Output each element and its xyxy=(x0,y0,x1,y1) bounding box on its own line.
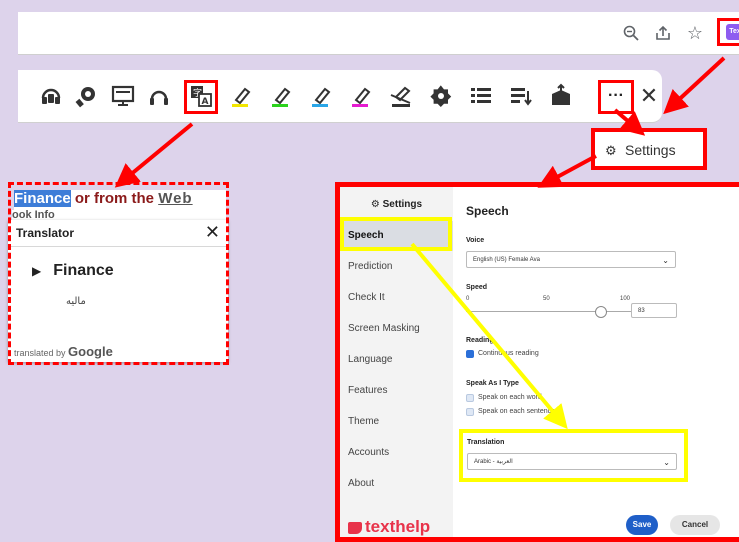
arrow-translator-icon-to-panel xyxy=(114,122,194,188)
arrow-speech-to-translation xyxy=(410,242,568,430)
arrow-more-to-settings xyxy=(613,108,646,136)
annotation-arrows xyxy=(114,56,726,430)
arrow-extension-to-toolbar xyxy=(663,56,726,115)
arrow-settings-to-dialog xyxy=(537,154,597,188)
